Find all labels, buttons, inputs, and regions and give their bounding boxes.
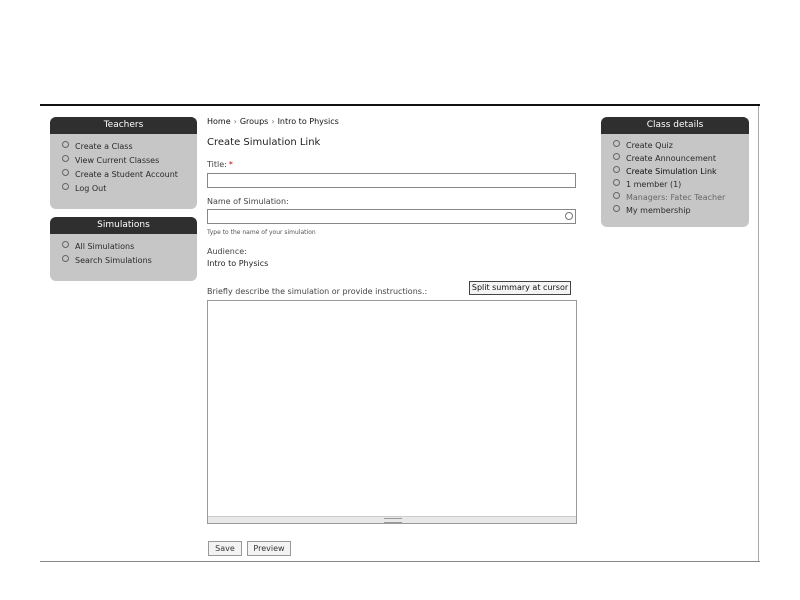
class-details-block: Class details Create Quiz Create Announc… <box>601 117 749 227</box>
circle-bullet-icon <box>62 169 69 176</box>
sidebar-item-label[interactable]: Create a Student Account <box>75 170 178 179</box>
simulations-block-title: Simulations <box>50 217 197 234</box>
required-marker: * <box>228 160 233 169</box>
teachers-block: Teachers Create a Class View Current Cla… <box>50 117 197 209</box>
class-item-label[interactable]: Create Announcement <box>626 154 716 163</box>
textarea-resizer[interactable] <box>208 516 576 523</box>
class-item-create-announcement[interactable]: Create Announcement <box>613 152 749 165</box>
class-item-label[interactable]: Create Quiz <box>626 141 673 150</box>
breadcrumb-group-name[interactable]: Intro to Physics <box>278 117 339 126</box>
sidebar-item-create-student[interactable]: Create a Student Account <box>62 168 197 182</box>
sidebar-item-label[interactable]: View Current Classes <box>75 156 159 165</box>
simulation-name-hint: Type to the name of your simulation <box>207 229 316 236</box>
sidebar-item-all-simulations[interactable]: All Simulations <box>62 240 197 254</box>
class-details-menu: Create Quiz Create Announcement Create S… <box>601 134 749 217</box>
simulations-block: Simulations All Simulations Search Simul… <box>50 217 197 281</box>
sidebar-item-label[interactable]: Create a Class <box>75 142 133 151</box>
class-item-label[interactable]: My membership <box>626 206 691 215</box>
circle-bullet-icon <box>62 183 69 190</box>
footer-rule <box>40 561 760 562</box>
audience-value: Intro to Physics <box>207 259 269 268</box>
breadcrumb-separator: › <box>233 117 237 126</box>
breadcrumb-groups[interactable]: Groups <box>240 117 269 126</box>
sidebar-item-log-out[interactable]: Log Out <box>62 182 197 196</box>
autocomplete-throbber-icon <box>565 212 573 220</box>
teachers-menu: Create a Class View Current Classes Crea… <box>50 134 197 196</box>
resize-grip-icon <box>384 518 402 523</box>
circle-bullet-icon <box>613 140 620 147</box>
title-input[interactable] <box>208 181 554 192</box>
class-item-label: Managers: Fatec Teacher <box>626 193 726 202</box>
class-item-label[interactable]: Create Simulation Link <box>626 167 717 176</box>
page-title: Create Simulation Link <box>207 137 321 148</box>
breadcrumb-home[interactable]: Home <box>207 117 231 126</box>
title-label: Title: * <box>207 160 233 169</box>
sidebar-item-search-simulations[interactable]: Search Simulations <box>62 254 197 268</box>
circle-bullet-icon <box>613 166 620 173</box>
title-field[interactable] <box>207 173 576 192</box>
circle-bullet-icon <box>613 192 620 199</box>
title-label-text: Title: <box>207 160 227 169</box>
class-details-title: Class details <box>601 117 749 134</box>
description-label: Briefly describe the simulation or provi… <box>207 287 428 296</box>
sidebar-item-view-classes[interactable]: View Current Classes <box>62 154 197 168</box>
simulation-name-input[interactable] <box>208 217 554 228</box>
simulation-name-field[interactable] <box>207 209 576 228</box>
breadcrumb-separator: › <box>271 117 275 126</box>
class-item-managers: Managers: Fatec Teacher <box>613 191 749 204</box>
sidebar-item-label[interactable]: Log Out <box>75 184 106 193</box>
class-item-create-quiz[interactable]: Create Quiz <box>613 139 749 152</box>
description-editor[interactable] <box>207 300 577 524</box>
circle-bullet-icon <box>62 241 69 248</box>
content-right-border <box>758 106 759 561</box>
sidebar-item-create-class[interactable]: Create a Class <box>62 140 197 154</box>
teachers-block-title: Teachers <box>50 117 197 134</box>
class-item-members[interactable]: 1 member (1) <box>613 178 749 191</box>
circle-bullet-icon <box>613 153 620 160</box>
header-rule <box>40 104 760 106</box>
class-item-my-membership[interactable]: My membership <box>613 204 749 217</box>
sidebar-item-label[interactable]: Search Simulations <box>75 256 152 265</box>
description-textarea[interactable] <box>208 301 576 515</box>
circle-bullet-icon <box>613 205 620 212</box>
circle-bullet-icon <box>62 141 69 148</box>
circle-bullet-icon <box>62 155 69 162</box>
simulation-name-label: Name of Simulation: <box>207 197 289 206</box>
sidebar-item-label[interactable]: All Simulations <box>75 242 134 251</box>
circle-bullet-icon <box>613 179 620 186</box>
circle-bullet-icon <box>62 255 69 262</box>
audience-label: Audience: <box>207 247 247 256</box>
simulations-menu: All Simulations Search Simulations <box>50 234 197 268</box>
split-summary-button[interactable]: Split summary at cursor <box>469 281 571 295</box>
breadcrumb: Home › Groups › Intro to Physics <box>207 117 339 126</box>
preview-button[interactable]: Preview <box>247 541 291 556</box>
class-item-create-simulation-link[interactable]: Create Simulation Link <box>613 165 749 178</box>
class-item-label[interactable]: 1 member (1) <box>626 180 681 189</box>
save-button[interactable]: Save <box>208 541 242 556</box>
